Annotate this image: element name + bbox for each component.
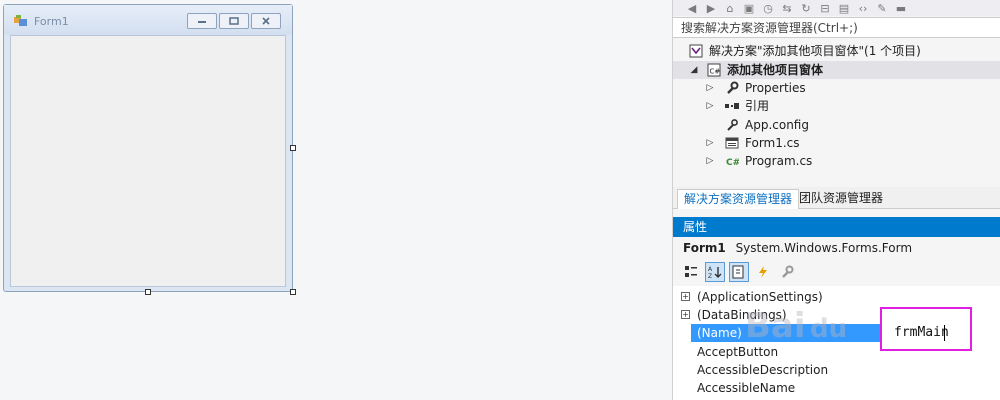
object-name: Form1 (683, 241, 726, 255)
property-name: AccessibleDescription (697, 363, 829, 377)
tree-label: 解决方案"添加其他项目窗体"(1 个项目) (709, 44, 921, 58)
tree-item-app-config[interactable]: App.config (673, 116, 1000, 134)
solution-explorer-search-input[interactable]: 搜索解决方案资源管理器(Ctrl+;) (673, 17, 1000, 38)
svg-text:Z: Z (708, 273, 712, 279)
events-lightning-icon[interactable] (753, 262, 773, 282)
svg-text:C#: C# (726, 158, 739, 168)
solution-explorer-toolbar: ◀ ▶ ⌂ ▣ ◷ ⇆ ↻ ⊟ ▤ ‹› ✎ ▬ (673, 0, 1000, 16)
properties-toolbar: AZ (673, 260, 1000, 284)
name-property-editor[interactable]: frmMain (880, 307, 972, 351)
resize-handle-bottom[interactable] (145, 289, 151, 295)
form1-window[interactable]: Form1 (3, 4, 293, 292)
collapse-all-icon[interactable]: ⊟ (818, 1, 832, 15)
history-icon[interactable]: ◷ (761, 1, 775, 15)
sync-icon[interactable]: ⇆ (780, 1, 794, 15)
home-icon[interactable]: ⌂ (723, 1, 737, 15)
collapsed-arrow-icon[interactable]: ▷ (705, 156, 715, 166)
collapsed-arrow-icon[interactable]: ▷ (705, 138, 715, 148)
form-designer-surface[interactable]: Form1 (0, 0, 672, 400)
tree-label: App.config (745, 118, 809, 132)
tree-item-project[interactable]: ◢ C# 添加其他项目窗体 (673, 61, 1000, 79)
tree-label: Form1.cs (745, 136, 800, 150)
property-name: (DataBindings) (697, 308, 787, 322)
tree-item-form1-cs[interactable]: ▷ Form1.cs (673, 134, 1000, 152)
tab-team-explorer[interactable]: 团队资源管理器 (793, 189, 889, 209)
tab-solution-explorer[interactable]: 解决方案资源管理器 (677, 189, 800, 209)
tree-item-references[interactable]: ▷ 引用 (673, 97, 1000, 115)
properties-object-selector[interactable]: Form1 System.Windows.Forms.Form (673, 238, 1000, 258)
tree-item-program-cs[interactable]: ▷ C# Program.cs (673, 152, 1000, 170)
svg-text:C#: C# (710, 68, 721, 76)
property-name: (ApplicationSettings) (697, 290, 823, 304)
tree-item-properties[interactable]: ▷ Properties (673, 79, 1000, 97)
categorized-icon[interactable] (681, 262, 701, 282)
tree-label: 引用 (745, 99, 770, 113)
property-pages-wrench-icon[interactable] (777, 262, 797, 282)
properties-panel-title: 属性 (673, 217, 1000, 237)
resize-handle-right[interactable] (290, 145, 296, 151)
alphabetical-icon[interactable]: AZ (705, 262, 725, 282)
property-row[interactable]: + (ApplicationSettings) (673, 288, 1000, 306)
csharp-file-icon: C# (725, 154, 739, 168)
minimize-button[interactable] (187, 13, 217, 29)
refresh-icon[interactable]: ↻ (799, 1, 813, 15)
expanded-arrow-icon[interactable]: ◢ (689, 65, 699, 75)
property-name: AcceptButton (697, 345, 779, 359)
expand-plus-icon[interactable]: + (681, 310, 690, 319)
resize-handle-corner[interactable] (290, 289, 296, 295)
collapsed-arrow-icon[interactable]: ▷ (705, 101, 715, 111)
property-row[interactable]: AccessibleDescription (673, 361, 1000, 379)
form-app-icon (14, 15, 28, 27)
tree-item-solution[interactable]: 解决方案"添加其他项目窗体"(1 个项目) (673, 42, 1000, 60)
text-caret (944, 325, 945, 341)
references-icon (725, 99, 739, 113)
tree-label: 添加其他项目窗体 (727, 63, 824, 77)
forward-icon[interactable]: ▶ (704, 1, 718, 15)
object-type: System.Windows.Forms.Form (735, 241, 913, 255)
properties-wrench-icon[interactable]: ✎ (875, 1, 889, 15)
solution-icon (689, 44, 703, 58)
property-name: (Name) (697, 326, 742, 340)
svg-text:A: A (708, 266, 713, 273)
expand-plus-icon[interactable]: + (681, 292, 690, 301)
preview-icon[interactable]: ▬ (894, 1, 908, 15)
form-file-icon (725, 136, 739, 150)
csharp-project-icon: C# (707, 63, 721, 77)
close-button[interactable] (251, 13, 281, 29)
view-code-icon[interactable]: ‹› (856, 1, 870, 15)
form-titlebar[interactable]: Form1 (4, 5, 292, 35)
property-row[interactable]: AccessibleName (673, 379, 1000, 397)
explorer-tab-strip: 解决方案资源管理器 团队资源管理器 (673, 187, 1000, 209)
name-value-input[interactable]: frmMain (894, 325, 949, 340)
form-client-area[interactable] (10, 35, 286, 287)
collapsed-arrow-icon[interactable]: ▷ (705, 83, 715, 93)
back-icon[interactable]: ◀ (685, 1, 699, 15)
switch-views-icon[interactable]: ▣ (742, 1, 756, 15)
tree-label: Program.cs (745, 154, 813, 168)
wrench-icon (725, 81, 739, 95)
config-file-icon (725, 118, 739, 132)
properties-view-icon[interactable] (729, 262, 749, 282)
maximize-button[interactable] (219, 13, 249, 29)
show-all-files-icon[interactable]: ▤ (837, 1, 851, 15)
form-title: Form1 (34, 15, 69, 28)
tree-label: Properties (745, 81, 806, 95)
property-name: AccessibleName (697, 381, 796, 395)
